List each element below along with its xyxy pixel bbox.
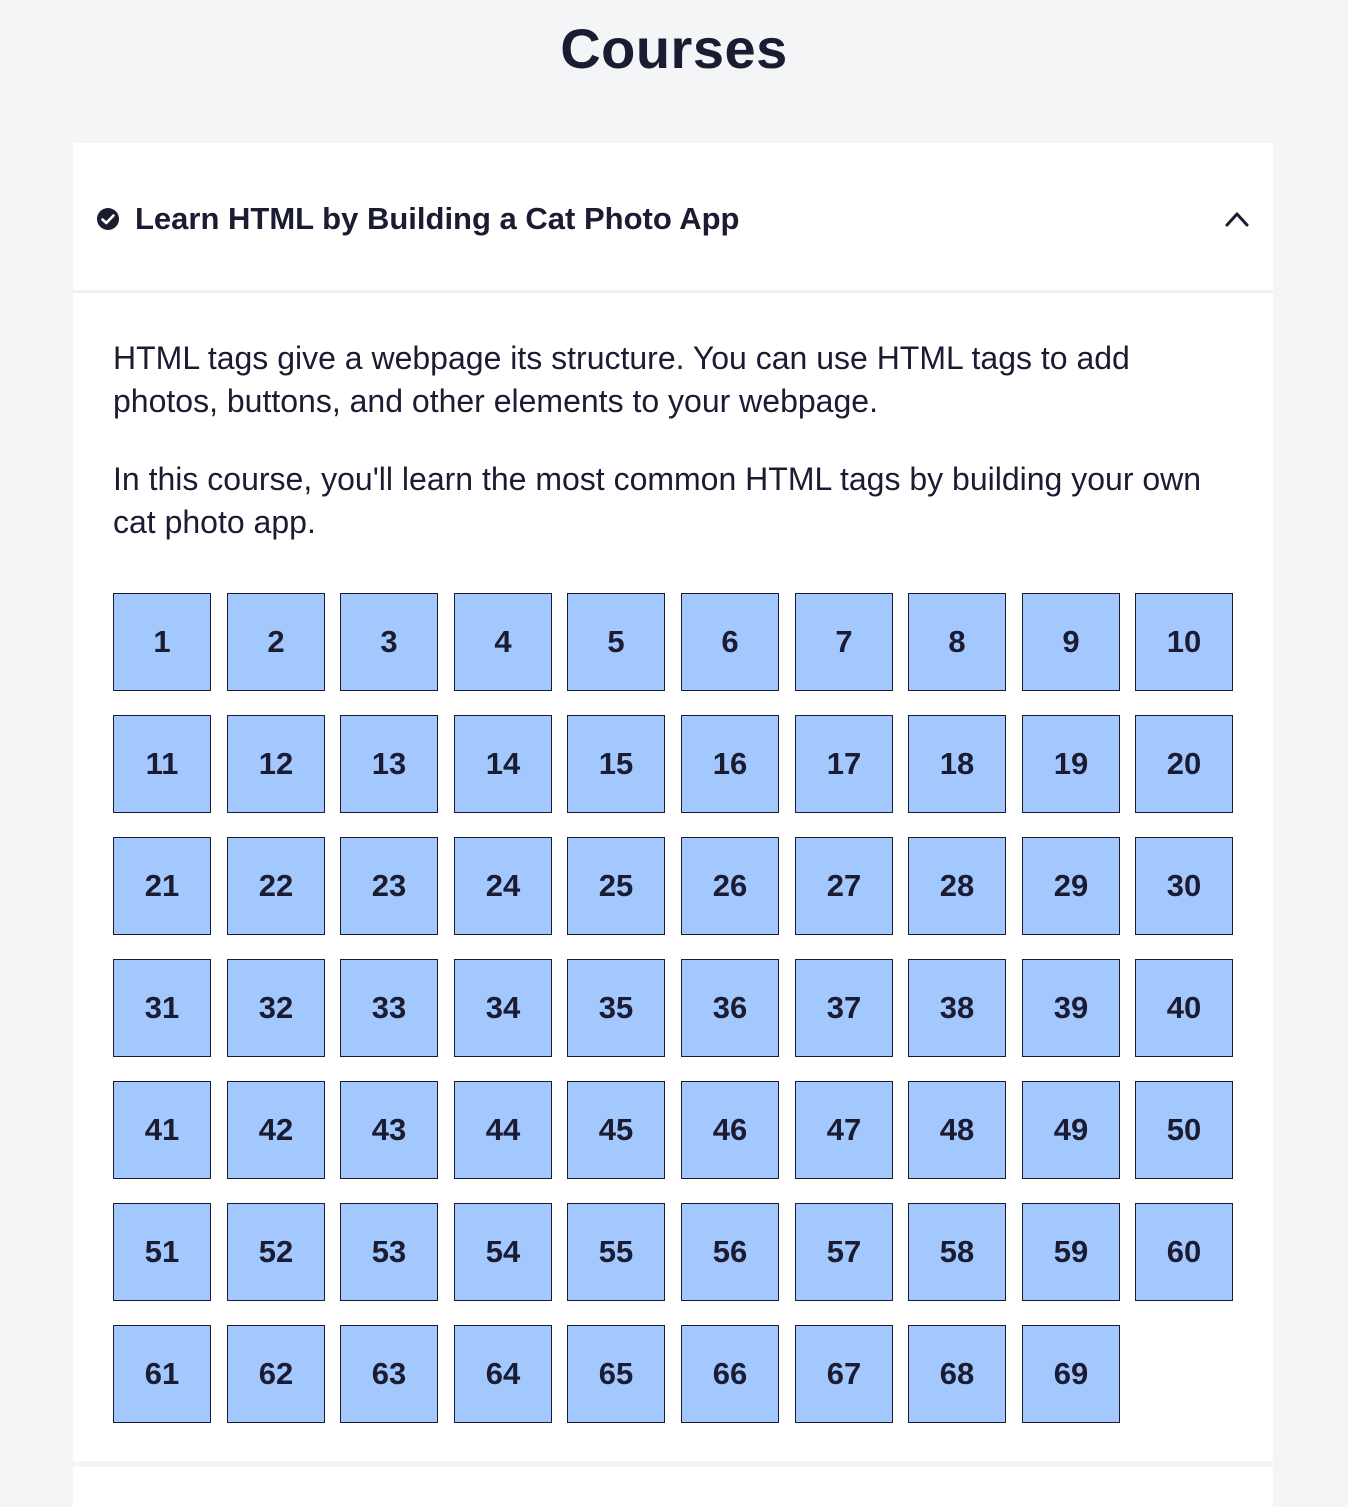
step-button[interactable]: 49 xyxy=(1022,1081,1120,1179)
step-button[interactable]: 3 xyxy=(340,593,438,691)
step-button[interactable]: 46 xyxy=(681,1081,779,1179)
step-button[interactable]: 14 xyxy=(454,715,552,813)
step-button[interactable]: 39 xyxy=(1022,959,1120,1057)
step-button[interactable]: 52 xyxy=(227,1203,325,1301)
step-button[interactable]: 41 xyxy=(113,1081,211,1179)
step-button[interactable]: 25 xyxy=(567,837,665,935)
step-button[interactable]: 28 xyxy=(908,837,1006,935)
step-button[interactable]: 64 xyxy=(454,1325,552,1423)
step-button[interactable]: 38 xyxy=(908,959,1006,1057)
step-button[interactable]: 30 xyxy=(1135,837,1233,935)
step-button[interactable]: 35 xyxy=(567,959,665,1057)
step-button[interactable]: 55 xyxy=(567,1203,665,1301)
step-button[interactable]: 1 xyxy=(113,593,211,691)
step-button[interactable]: 45 xyxy=(567,1081,665,1179)
step-button[interactable]: 62 xyxy=(227,1325,325,1423)
step-button[interactable]: 50 xyxy=(1135,1081,1233,1179)
step-button[interactable]: 9 xyxy=(1022,593,1120,691)
course-description: HTML tags give a webpage its structure. … xyxy=(113,337,1243,579)
step-button[interactable]: 21 xyxy=(113,837,211,935)
description-paragraph: HTML tags give a webpage its structure. … xyxy=(113,340,1130,419)
step-button[interactable]: 63 xyxy=(340,1325,438,1423)
course-header-toggle[interactable]: Learn HTML by Building a Cat Photo App xyxy=(73,143,1273,293)
step-button[interactable]: 36 xyxy=(681,959,779,1057)
step-button[interactable]: 40 xyxy=(1135,959,1233,1057)
step-button[interactable]: 47 xyxy=(795,1081,893,1179)
step-button[interactable]: 5 xyxy=(567,593,665,691)
step-button[interactable]: 29 xyxy=(1022,837,1120,935)
step-button[interactable]: 26 xyxy=(681,837,779,935)
step-button[interactable]: 48 xyxy=(908,1081,1006,1179)
step-button[interactable]: 19 xyxy=(1022,715,1120,813)
step-button[interactable]: 33 xyxy=(340,959,438,1057)
step-button[interactable]: 4 xyxy=(454,593,552,691)
step-button[interactable]: 10 xyxy=(1135,593,1233,691)
chevron-up-icon[interactable] xyxy=(1224,209,1250,229)
step-button[interactable]: 12 xyxy=(227,715,325,813)
step-button[interactable]: 42 xyxy=(227,1081,325,1179)
step-button[interactable]: 57 xyxy=(795,1203,893,1301)
step-button[interactable]: 2 xyxy=(227,593,325,691)
step-button[interactable]: 51 xyxy=(113,1203,211,1301)
step-button[interactable]: 60 xyxy=(1135,1203,1233,1301)
step-button[interactable]: 16 xyxy=(681,715,779,813)
step-button[interactable]: 67 xyxy=(795,1325,893,1423)
step-button[interactable]: 8 xyxy=(908,593,1006,691)
step-button[interactable]: 58 xyxy=(908,1203,1006,1301)
step-button[interactable]: 66 xyxy=(681,1325,779,1423)
step-button[interactable]: 13 xyxy=(340,715,438,813)
step-button[interactable]: 15 xyxy=(567,715,665,813)
step-button[interactable]: 11 xyxy=(113,715,211,813)
step-button[interactable]: 44 xyxy=(454,1081,552,1179)
step-button[interactable]: 7 xyxy=(795,593,893,691)
description-paragraph: In this course, you'll learn the most co… xyxy=(113,461,1202,540)
step-button[interactable]: 68 xyxy=(908,1325,1006,1423)
step-button[interactable]: 32 xyxy=(227,959,325,1057)
step-button[interactable]: 54 xyxy=(454,1203,552,1301)
check-circle-icon xyxy=(97,208,119,230)
step-button[interactable]: 59 xyxy=(1022,1203,1120,1301)
step-button[interactable]: 31 xyxy=(113,959,211,1057)
step-button[interactable]: 17 xyxy=(795,715,893,813)
course-card: Learn HTML by Building a Cat Photo App H… xyxy=(73,143,1273,1461)
step-button[interactable]: 65 xyxy=(567,1325,665,1423)
step-button[interactable]: 43 xyxy=(340,1081,438,1179)
course-title: Learn HTML by Building a Cat Photo App xyxy=(135,201,740,236)
step-button[interactable]: 24 xyxy=(454,837,552,935)
step-button[interactable]: 20 xyxy=(1135,715,1233,813)
step-button[interactable]: 61 xyxy=(113,1325,211,1423)
step-button[interactable]: 69 xyxy=(1022,1325,1120,1423)
step-button[interactable]: 23 xyxy=(340,837,438,935)
step-button[interactable]: 34 xyxy=(454,959,552,1057)
step-button[interactable]: 22 xyxy=(227,837,325,935)
page-title: Courses xyxy=(560,17,788,80)
step-button[interactable]: 56 xyxy=(681,1203,779,1301)
step-button[interactable]: 27 xyxy=(795,837,893,935)
step-button[interactable]: 18 xyxy=(908,715,1006,813)
step-button[interactable]: 6 xyxy=(681,593,779,691)
next-course-card xyxy=(73,1467,1273,1507)
step-button[interactable]: 37 xyxy=(795,959,893,1057)
step-button[interactable]: 53 xyxy=(340,1203,438,1301)
